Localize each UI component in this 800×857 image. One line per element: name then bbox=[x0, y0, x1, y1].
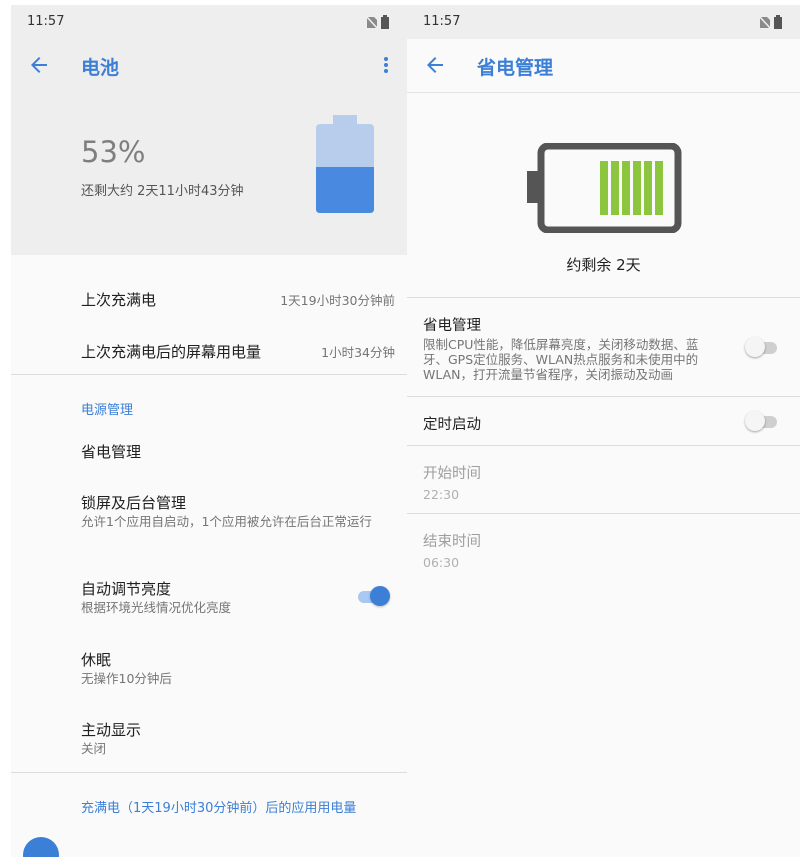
ambient-display-row[interactable]: 主动显示 关闭 bbox=[81, 719, 395, 757]
divider bbox=[11, 374, 407, 375]
toggle-thumb bbox=[745, 337, 765, 357]
app-bar: 省电管理 bbox=[407, 39, 800, 93]
back-arrow-icon[interactable] bbox=[423, 53, 447, 77]
auto-brightness-toggle[interactable] bbox=[356, 585, 390, 607]
sleep-row[interactable]: 休眠 无操作10分钟后 bbox=[81, 649, 395, 687]
sleep-subtitle: 无操作10分钟后 bbox=[81, 671, 172, 686]
start-time-row[interactable]: 开始时间 22:30 bbox=[423, 462, 723, 502]
battery-remaining: 约剩余 2天 bbox=[566, 256, 641, 274]
status-bar: 11:57 bbox=[407, 5, 800, 39]
page-title: 电池 bbox=[81, 57, 120, 79]
power-saving-toggle[interactable] bbox=[745, 336, 779, 358]
status-time: 11:57 bbox=[423, 14, 461, 29]
lock-screen-subtitle: 允许1个应用自启动，1个应用被允许在后台正常运行 bbox=[81, 514, 372, 529]
last-full-charge-value: 1天19小时30分钟前 bbox=[280, 293, 395, 308]
battery-status-icon bbox=[774, 15, 782, 29]
no-sim-icon bbox=[758, 15, 772, 30]
start-time-title: 开始时间 bbox=[423, 466, 481, 482]
divider bbox=[11, 772, 407, 773]
end-time-value: 06:30 bbox=[423, 555, 460, 570]
power-saving-title: 省电管理 bbox=[81, 443, 142, 461]
power-saving-row[interactable]: 省电管理 限制CPU性能，降低屏幕亮度，关闭移动数据、蓝牙、GPS定位服务、WL… bbox=[423, 314, 723, 382]
lock-screen-row[interactable]: 锁屏及后台管理 允许1个应用自启动，1个应用被允许在后台正常运行 bbox=[81, 492, 395, 530]
app-bar: 电池 bbox=[11, 39, 407, 93]
screen-usage-row: 上次充满电后的屏幕用电量 1小时34分钟 bbox=[81, 341, 395, 362]
sleep-title: 休眠 bbox=[81, 651, 112, 669]
toggle-thumb bbox=[745, 411, 765, 431]
power-saving-description: 限制CPU性能，降低屏幕亮度，关闭移动数据、蓝牙、GPS定位服务、WLAN热点服… bbox=[423, 337, 699, 382]
divider bbox=[407, 297, 800, 298]
no-sim-icon bbox=[365, 15, 379, 30]
toggle-thumb bbox=[370, 586, 390, 606]
end-time-row[interactable]: 结束时间 06:30 bbox=[423, 530, 723, 570]
page-title: 省电管理 bbox=[477, 57, 554, 79]
auto-brightness-row[interactable]: 自动调节亮度 根据环境光线情况优化亮度 bbox=[81, 578, 395, 616]
scheduled-row[interactable]: 定时启动 bbox=[423, 413, 723, 434]
last-full-charge-row: 上次充满电 1天19小时30分钟前 bbox=[81, 289, 395, 310]
power-saving-title: 省电管理 bbox=[423, 318, 481, 334]
lock-screen-title: 锁屏及后台管理 bbox=[81, 494, 187, 512]
ambient-display-subtitle: 关闭 bbox=[81, 741, 107, 756]
scheduled-title: 定时启动 bbox=[423, 417, 481, 433]
power-saving-screen: 11:57 省电管理 约剩余 2天 省电管理 限制CPU性能，降低屏幕亮度，关闭… bbox=[407, 5, 800, 857]
back-arrow-icon[interactable] bbox=[27, 53, 51, 77]
start-time-value: 22:30 bbox=[423, 487, 460, 502]
status-icons bbox=[758, 15, 782, 30]
divider bbox=[407, 396, 800, 397]
battery-icon bbox=[527, 143, 682, 233]
power-saving-row[interactable]: 省电管理 bbox=[81, 441, 395, 462]
more-vert-icon[interactable] bbox=[379, 53, 393, 77]
divider bbox=[407, 513, 800, 514]
section-header-power: 电源管理 bbox=[81, 403, 134, 418]
scheduled-toggle[interactable] bbox=[745, 410, 779, 432]
status-icons bbox=[365, 15, 389, 30]
section-header-usage: 充满电（1天19小时30分钟前）后的应用用电量 bbox=[81, 801, 357, 816]
ambient-display-title: 主动显示 bbox=[81, 721, 142, 739]
screen-usage-value: 1小时34分钟 bbox=[321, 345, 395, 360]
divider bbox=[407, 445, 800, 446]
app-icon[interactable] bbox=[23, 837, 59, 857]
battery-cells bbox=[600, 161, 663, 215]
status-bar: 11:57 bbox=[11, 5, 407, 39]
battery-percent: 53% bbox=[81, 135, 146, 169]
auto-brightness-subtitle: 根据环境光线情况优化亮度 bbox=[81, 600, 232, 615]
battery-icon bbox=[316, 115, 374, 213]
auto-brightness-title: 自动调节亮度 bbox=[81, 580, 172, 598]
battery-summary: 53% 还剩大约 2天11小时43分钟 bbox=[11, 93, 407, 255]
battery-remaining: 还剩大约 2天11小时43分钟 bbox=[81, 184, 244, 199]
end-time-title: 结束时间 bbox=[423, 534, 481, 550]
status-time: 11:57 bbox=[27, 14, 65, 29]
battery-status-icon bbox=[381, 15, 389, 29]
battery-screen: 11:57 电池 53% 还剩大约 2天11小时43分钟 上次充满电 1天19小… bbox=[11, 5, 407, 857]
